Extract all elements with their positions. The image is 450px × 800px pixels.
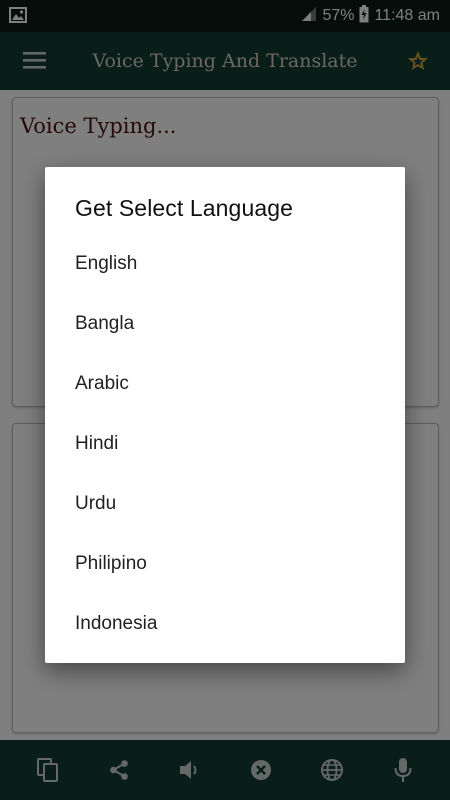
language-option-english[interactable]: English xyxy=(45,234,405,294)
language-option-philipino[interactable]: Philipino xyxy=(45,534,405,594)
dialog-title: Get Select Language xyxy=(75,195,294,221)
language-option-arabic[interactable]: Arabic xyxy=(45,354,405,414)
language-option-urdu[interactable]: Urdu xyxy=(45,474,405,534)
language-dialog: Get Select Language English Bangla Arabi… xyxy=(45,167,405,663)
language-list: English Bangla Arabic Hindi Urdu Philipi… xyxy=(45,234,405,654)
language-option-hindi[interactable]: Hindi xyxy=(45,414,405,474)
language-option-bangla[interactable]: Bangla xyxy=(45,294,405,354)
language-option-indonesia[interactable]: Indonesia xyxy=(45,594,405,654)
